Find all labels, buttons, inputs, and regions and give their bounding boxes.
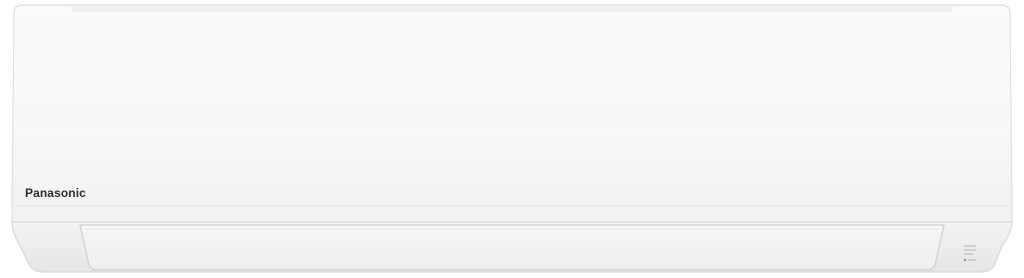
- air-louver: [79, 224, 945, 271]
- unit-body: [11, 4, 1013, 223]
- air-conditioner-unit: [11, 4, 1013, 273]
- top-edge: [70, 6, 954, 12]
- indicator-lines-icon: [963, 245, 976, 262]
- brand-logo: Panasonic: [25, 186, 86, 200]
- product-stage: Panasonic: [0, 0, 1024, 278]
